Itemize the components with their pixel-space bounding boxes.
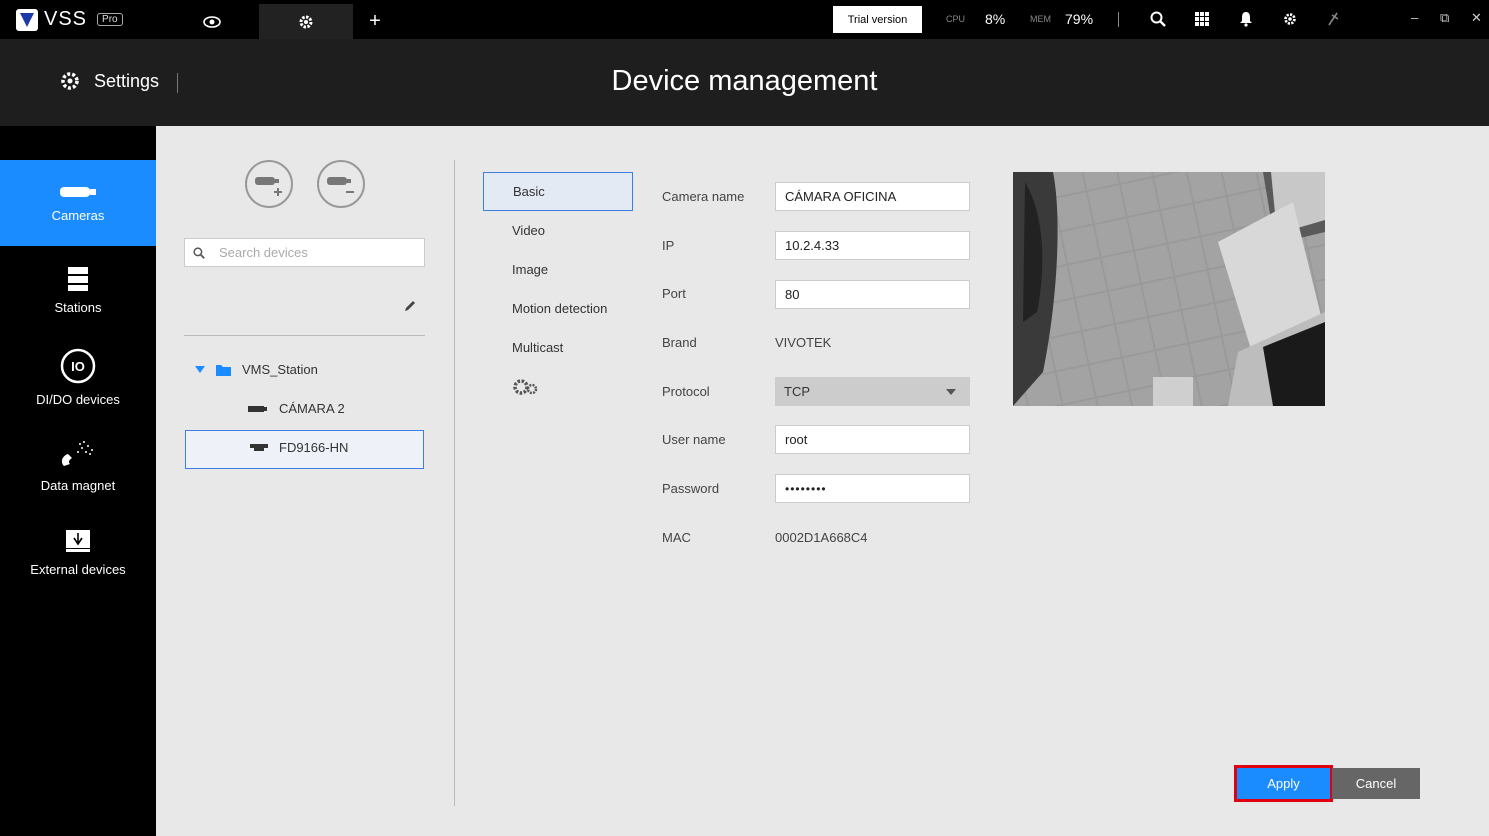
username-label: User name (662, 432, 726, 447)
tab-liveview[interactable] (190, 4, 234, 39)
port-field[interactable]: 80 (775, 280, 970, 309)
sidebar-item-label: External devices (30, 561, 126, 577)
tab-label: Video (512, 223, 546, 238)
tab-label: Multicast (512, 340, 564, 355)
pin-icon[interactable] (1322, 8, 1344, 30)
svg-text:IO: IO (71, 359, 85, 374)
mac-value: 0002D1A668C4 (775, 530, 868, 545)
edition-badge: Pro (97, 13, 123, 26)
io-icon: IO (60, 348, 96, 383)
tab-label: Motion detection (512, 301, 608, 316)
tab-label: Basic (513, 184, 545, 199)
mem-value: 79% (1065, 11, 1094, 27)
add-camera-icon (255, 177, 282, 196)
remove-camera-button[interactable] (317, 160, 365, 208)
sidebar-item-stations[interactable]: Stations (0, 247, 156, 333)
camera-name-field[interactable]: CÁMARA OFICINA (775, 182, 970, 211)
trial-badge[interactable]: Trial version (833, 6, 922, 33)
app-name: VSS (44, 8, 88, 30)
settings-gear-icon[interactable] (1279, 8, 1301, 30)
camera-preview (1013, 172, 1325, 406)
magnet-icon (61, 440, 93, 466)
search-input[interactable] (219, 245, 409, 260)
minimize-icon[interactable]: – (1411, 10, 1418, 25)
protocol-label: Protocol (662, 384, 710, 399)
tree-station-row[interactable]: VMS_Station (195, 362, 318, 377)
edit-pencil-icon[interactable] (403, 299, 417, 318)
restore-icon[interactable]: ⧉ (1440, 10, 1449, 26)
username-field[interactable]: root (775, 425, 970, 454)
camera-icon (60, 186, 96, 197)
ip-field[interactable]: 10.2.4.33 (775, 231, 970, 260)
cpu-value: 8% (985, 11, 1006, 27)
tab-video[interactable]: Video (483, 211, 633, 250)
camera-name-label: Camera name (662, 189, 745, 204)
eye-icon (203, 15, 221, 28)
tab-add[interactable]: + (355, 4, 395, 39)
port-label: Port (662, 286, 686, 301)
bell-icon[interactable] (1235, 8, 1257, 30)
search-icon (193, 246, 205, 259)
expand-caret-icon[interactable] (195, 366, 205, 373)
protocol-value: TCP (784, 384, 810, 399)
protocol-select[interactable]: TCP (775, 377, 970, 406)
usb-drive-icon (66, 529, 90, 552)
ip-label: IP (662, 238, 675, 253)
search-icon[interactable] (1147, 8, 1169, 30)
sidebar-item-cameras[interactable]: Cameras (0, 160, 156, 246)
grid-icon[interactable] (1191, 8, 1213, 30)
password-field[interactable]: •••••••• (775, 474, 970, 503)
tab-settings[interactable] (259, 4, 353, 39)
advanced-settings-icon (513, 378, 538, 395)
sidebar-item-dido[interactable]: IO DI/DO devices (0, 334, 156, 420)
sidebar-item-label: Stations (54, 299, 102, 315)
camera-name: FD9166-HN (279, 440, 349, 455)
server-icon (68, 266, 88, 291)
page-header: Settings Device management (0, 39, 1489, 126)
topbar-divider (1118, 12, 1119, 27)
tab-label: Image (512, 262, 549, 277)
device-search[interactable] (184, 238, 425, 267)
brand-label: Brand (662, 335, 697, 350)
mac-label: MAC (662, 530, 691, 545)
tree-divider (184, 335, 425, 336)
mem-label: MEM (1030, 14, 1051, 24)
sidebar-item-external-devices[interactable]: External devices (0, 509, 156, 595)
top-bar: VSS Pro + Trial version CPU 8% MEM 79% –… (0, 0, 1489, 39)
folder-icon (216, 364, 231, 376)
sidebar-item-data-magnet[interactable]: Data magnet (0, 422, 156, 508)
tab-advanced[interactable] (483, 367, 633, 406)
vivotek-logo-icon (16, 8, 38, 31)
sidebar-item-label: Data magnet (40, 477, 116, 493)
fisheye-camera-icon (250, 443, 268, 451)
password-label: Password (662, 481, 720, 496)
brand-value: VIVOTEK (775, 335, 832, 350)
tree-camera-row[interactable]: CÁMARA 2 (247, 401, 345, 416)
remove-camera-icon (327, 177, 354, 193)
chevron-down-icon (946, 389, 956, 395)
camera-name: CÁMARA 2 (279, 401, 345, 416)
tab-image[interactable]: Image (483, 250, 633, 289)
panel-divider (454, 160, 455, 806)
page-title: Device management (611, 65, 878, 97)
tab-basic[interactable]: Basic (483, 172, 633, 211)
sidebar-item-label: DI/DO devices (36, 391, 120, 407)
cancel-button[interactable]: Cancel (1332, 768, 1420, 799)
add-camera-button[interactable] (245, 160, 293, 208)
cpu-label: CPU (946, 14, 966, 24)
tab-motion-detection[interactable]: Motion detection (483, 289, 633, 328)
bullet-camera-icon (248, 405, 267, 412)
tab-multicast[interactable]: Multicast (483, 328, 633, 367)
plus-icon: + (369, 10, 381, 32)
close-icon[interactable]: ✕ (1471, 10, 1482, 26)
sidebar: Cameras Stations IO DI/DO devices Data m… (0, 126, 156, 836)
tree-camera-row[interactable]: FD9166-HN (249, 440, 348, 455)
preview-image (1013, 172, 1325, 406)
apply-button[interactable]: Apply (1234, 765, 1333, 802)
app-logo: VSS Pro (16, 8, 123, 31)
gear-icon (299, 15, 313, 28)
station-name: VMS_Station (242, 362, 318, 377)
sidebar-item-label: Cameras (51, 207, 105, 223)
